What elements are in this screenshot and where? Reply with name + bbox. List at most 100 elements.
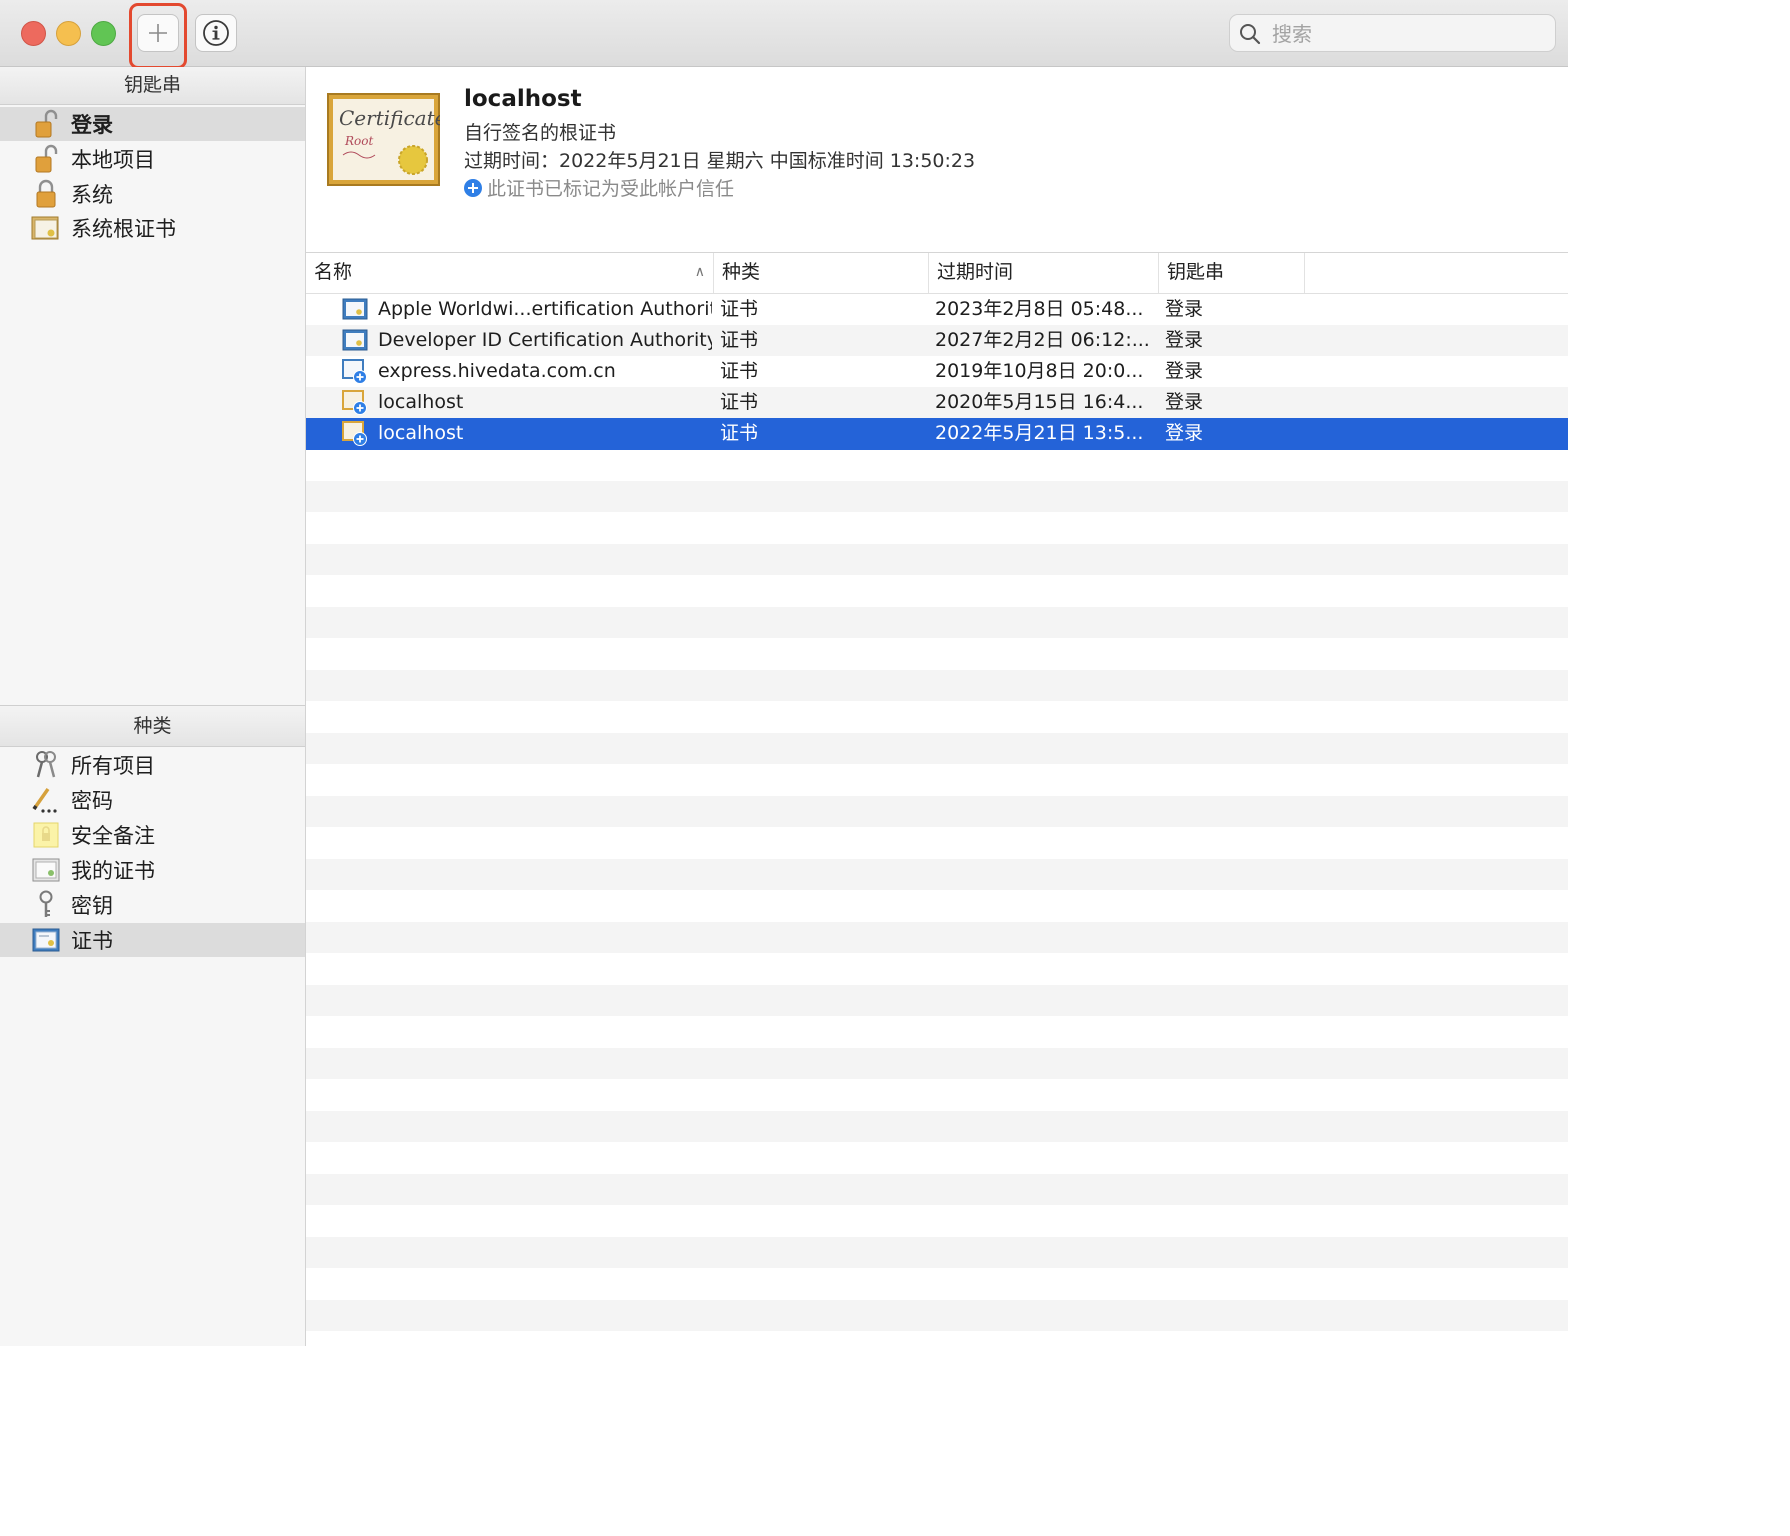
my-certificate-icon — [31, 855, 61, 885]
cell-name: Apple Worldwi...ertification Authority — [378, 298, 712, 320]
trust-status: 此证书已标记为受此帐户信任 — [464, 174, 734, 201]
sidebar-item-local-items[interactable]: 本地项目 — [0, 142, 305, 176]
column-header-name[interactable]: 名称 ∧ — [306, 253, 714, 293]
table-row[interactable]: express.hivedata.com.cn 证书 2019年10月8日 20… — [306, 356, 1568, 387]
certificate-expiration: 过期时间：2022年5月21日 星期六 中国标准时间 13:50:23 — [464, 150, 976, 172]
sidebar-item-login[interactable]: 登录 — [0, 107, 305, 141]
table-row[interactable]: Apple Worldwi...ertification Authority 证… — [306, 294, 1568, 325]
cell-kind: 证书 — [720, 298, 759, 320]
cell-name: localhost — [378, 422, 464, 444]
empty-row-stripe — [306, 796, 1568, 827]
trusted-certificate-icon — [342, 390, 367, 415]
column-header-kind[interactable]: 种类 — [714, 253, 929, 293]
trusted-plus-icon — [464, 178, 482, 197]
pencil-password-icon — [31, 785, 61, 815]
sidebar-item-label: 系统根证书 — [71, 217, 176, 241]
zoom-window-button[interactable] — [91, 21, 116, 46]
sidebar-item-secure-notes[interactable]: 安全备注 — [0, 818, 305, 852]
search-field[interactable] — [1229, 14, 1556, 53]
sidebar-item-system-roots[interactable]: 系统根证书 — [0, 211, 305, 245]
certificate-detail-panel: Certificate Root localhost 自行签名的根证书 过期时间… — [306, 67, 1568, 253]
unlocked-padlock-icon — [31, 144, 61, 174]
sidebar-item-my-certificates[interactable]: 我的证书 — [0, 853, 305, 887]
cell-keychain: 登录 — [1165, 360, 1204, 382]
sort-ascending-icon: ∧ — [694, 264, 705, 280]
column-header-label: 过期时间 — [937, 261, 1014, 283]
empty-row-stripe — [306, 481, 1568, 512]
empty-row-stripe — [306, 733, 1568, 764]
certificate-subtitle: 自行签名的根证书 — [464, 122, 617, 144]
sidebar-item-label: 本地项目 — [71, 148, 155, 172]
keys-icon — [31, 750, 61, 780]
cell-kind: 证书 — [720, 422, 759, 444]
column-header-expires[interactable]: 过期时间 — [929, 253, 1159, 293]
svg-text:Certificate: Certificate — [339, 106, 440, 130]
sidebar-item-certificates[interactable]: 证书 — [0, 923, 305, 957]
cell-expires: 2027年2月2日 06:12:... — [935, 329, 1150, 351]
table-row[interactable]: Developer ID Certification Authority 证书 … — [306, 325, 1568, 356]
cell-name: Developer ID Certification Authority — [378, 329, 712, 351]
empty-row-stripe — [306, 670, 1568, 701]
certificate-cabinet-icon — [31, 213, 61, 243]
minimize-window-button[interactable] — [56, 21, 81, 46]
trusted-certificate-icon — [342, 421, 367, 446]
sidebar-item-label: 所有项目 — [71, 754, 155, 778]
sidebar: 钥匙串 登录 本地项目 系统 系统根证书 种类 所有项目 密码 安全备注 我的证… — [0, 67, 306, 1346]
empty-row-stripe — [306, 1048, 1568, 1079]
cell-expires: 2022年5月21日 13:5... — [935, 422, 1144, 444]
svg-text:Root: Root — [344, 134, 373, 148]
category-header: 种类 — [0, 705, 305, 747]
certificate-title: localhost — [464, 86, 582, 112]
cell-keychain: 登录 — [1165, 422, 1204, 444]
cell-keychain: 登录 — [1165, 391, 1204, 413]
cell-keychain: 登录 — [1165, 329, 1204, 351]
info-icon — [203, 20, 229, 46]
cell-keychain: 登录 — [1165, 298, 1204, 320]
cell-name: localhost — [378, 391, 464, 413]
cell-kind: 证书 — [720, 360, 759, 382]
column-header-label: 钥匙串 — [1167, 261, 1225, 283]
unlocked-padlock-icon — [31, 109, 61, 139]
window-toolbar — [0, 0, 1568, 69]
close-window-button[interactable] — [21, 21, 46, 46]
column-header-label: 种类 — [722, 261, 761, 283]
sidebar-item-label: 密码 — [71, 789, 113, 813]
search-icon — [1240, 24, 1261, 45]
table-row-selected[interactable]: localhost 证书 2022年5月21日 13:5... 登录 — [306, 418, 1568, 450]
certificate-root-icon: Certificate Root — [327, 93, 440, 186]
cell-expires: 2019年10月8日 20:0... — [935, 360, 1144, 382]
sidebar-item-label: 我的证书 — [71, 859, 155, 883]
empty-row-stripe — [306, 922, 1568, 953]
cell-name: express.hivedata.com.cn — [378, 360, 616, 382]
empty-row-stripe — [306, 544, 1568, 575]
column-header-label: 名称 — [314, 261, 353, 283]
column-header-keychain[interactable]: 钥匙串 — [1159, 253, 1305, 293]
table-row[interactable]: localhost 证书 2020年5月15日 16:4... 登录 — [306, 387, 1568, 418]
keychains-header: 钥匙串 — [0, 67, 305, 105]
sidebar-item-system[interactable]: 系统 — [0, 177, 305, 211]
empty-row-stripe — [306, 1300, 1568, 1331]
search-input[interactable] — [1270, 15, 1544, 53]
highlight-annotation — [129, 3, 187, 69]
sidebar-item-label: 证书 — [71, 929, 113, 953]
sidebar-item-all-items[interactable]: 所有项目 — [0, 748, 305, 782]
sidebar-item-keys[interactable]: 密钥 — [0, 888, 305, 922]
secure-note-icon — [31, 820, 61, 850]
empty-row-stripe — [306, 1111, 1568, 1142]
cell-kind: 证书 — [720, 329, 759, 351]
empty-row-stripe — [306, 1237, 1568, 1268]
cell-expires: 2023年2月8日 05:48... — [935, 298, 1144, 320]
cell-expires: 2020年5月15日 16:4... — [935, 391, 1144, 413]
locked-padlock-icon — [31, 179, 61, 209]
certificate-icon — [342, 329, 368, 351]
empty-row-stripe — [306, 985, 1568, 1016]
get-info-button[interactable] — [195, 14, 237, 52]
trusted-certificate-icon — [342, 359, 367, 384]
key-icon — [31, 890, 61, 920]
empty-row-stripe — [306, 607, 1568, 638]
sidebar-item-passwords[interactable]: 密码 — [0, 783, 305, 817]
sidebar-item-label: 登录 — [71, 113, 113, 137]
table-header: 名称 ∧ 种类 过期时间 钥匙串 — [306, 253, 1568, 294]
sidebar-item-label: 安全备注 — [71, 824, 155, 848]
cell-kind: 证书 — [720, 391, 759, 413]
